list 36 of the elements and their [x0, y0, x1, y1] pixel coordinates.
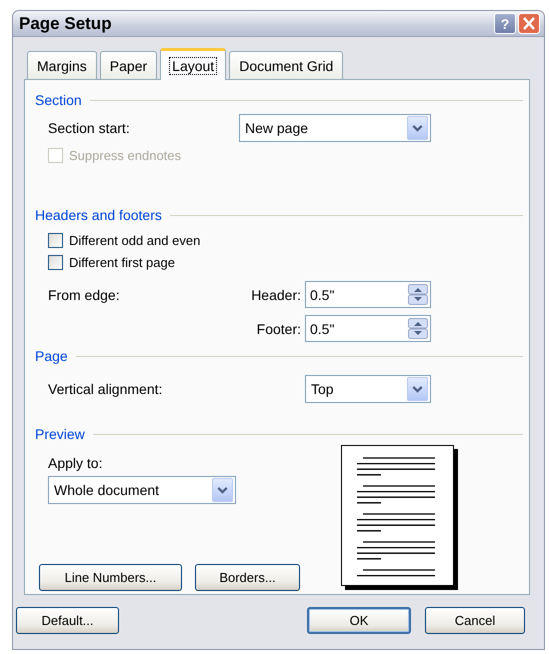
checkbox-label: Different first page [69, 254, 175, 270]
section-heading: Headers and footers [35, 207, 523, 223]
checkbox[interactable] [48, 232, 63, 248]
dropdown[interactable]: New page [239, 114, 431, 142]
tab[interactable]: Margins [27, 51, 97, 79]
spinner-arrows-icon[interactable] [408, 284, 428, 305]
chevron-down-icon [407, 377, 428, 401]
chevron-down-icon [407, 116, 428, 140]
window-title: Page Setup [19, 14, 113, 34]
field-label: Footer: [256, 320, 301, 336]
checkbox[interactable] [48, 254, 63, 270]
spin-field[interactable]: 0.5" [305, 315, 431, 342]
field-label: Section start: [48, 120, 131, 136]
tab[interactable]: Layout [160, 48, 226, 80]
dialog-button[interactable]: Default... [16, 606, 119, 634]
field-label: Header: [251, 286, 301, 302]
dialog-button[interactable]: OK [307, 606, 411, 634]
field-label: Apply to: [48, 455, 104, 471]
checkbox-label: Different odd and even [69, 232, 200, 248]
section-heading: Page [35, 348, 523, 364]
tab[interactable]: Paper [100, 51, 158, 79]
spin-field[interactable]: 0.5" [305, 281, 431, 308]
dialog-button[interactable]: Borders... [195, 564, 300, 591]
checkbox-label: Suppress endnotes [69, 148, 182, 162]
section-heading: Preview [35, 426, 523, 442]
dropdown[interactable]: Whole document [48, 476, 236, 504]
dropdown[interactable]: Top [305, 375, 431, 403]
chevron-down-icon [212, 478, 233, 502]
field-label: From edge: [48, 286, 121, 302]
section-heading: Section [35, 92, 523, 108]
tab[interactable]: Document Grid [229, 51, 344, 79]
spinner-arrows-icon[interactable] [408, 318, 428, 339]
dialog-button[interactable]: Cancel [425, 606, 525, 634]
close-icon[interactable] [518, 13, 540, 34]
dialog-button[interactable]: Line Numbers... [39, 564, 182, 591]
field-label: Vertical alignment: [48, 381, 164, 397]
